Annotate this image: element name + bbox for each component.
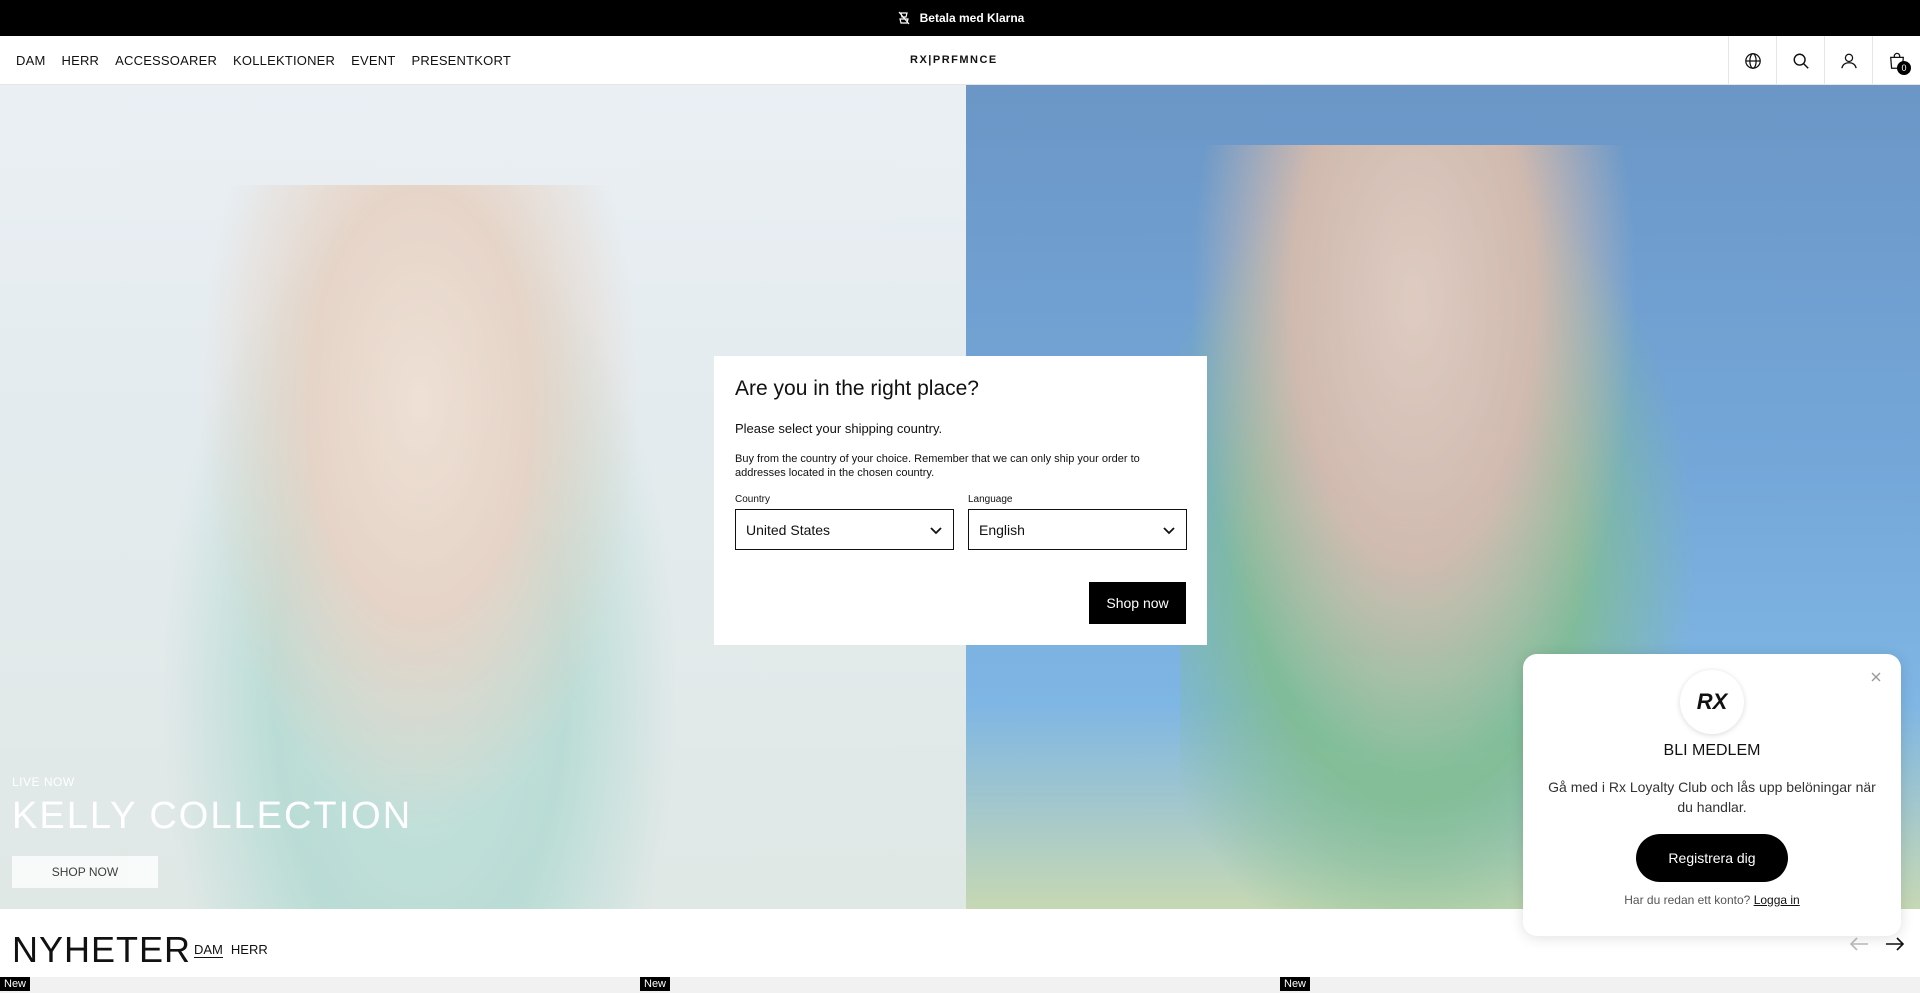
language-value: English — [979, 521, 1025, 538]
hero-title: KELLY COLLECTION — [12, 795, 413, 837]
rx-logo: RX — [1680, 670, 1744, 734]
modal-title: Are you in the right place? — [735, 377, 979, 400]
country-field: Country United States — [735, 494, 954, 550]
modal-subtitle: Please select your shipping country. — [735, 421, 943, 436]
arrow-left-icon[interactable] — [1848, 933, 1870, 955]
announcement-bar: Betala med Klarna — [0, 0, 1920, 36]
new-badge: New — [0, 977, 31, 991]
country-select[interactable]: United States — [735, 509, 954, 550]
nav-item-presentkort[interactable]: PRESENTKORT — [411, 53, 510, 68]
globe-icon — [1744, 52, 1761, 69]
modal-fields: Country United States Language English — [735, 494, 1187, 550]
loyalty-text: Gå med i Rx Loyalty Club och lås upp bel… — [1548, 779, 1876, 815]
chevron-down-icon — [1163, 526, 1175, 534]
account-button[interactable] — [1824, 36, 1872, 85]
product-card[interactable]: New — [1280, 977, 1920, 993]
country-selector-modal: Are you in the right place? Please selec… — [714, 356, 1207, 645]
new-badge: New — [640, 977, 671, 991]
klarna-icon — [898, 11, 910, 25]
arrow-right-icon[interactable] — [1884, 933, 1906, 955]
login-prompt-text: Har du redan ett konto? — [1624, 893, 1751, 907]
country-label: Country — [735, 494, 771, 505]
account-icon — [1840, 53, 1857, 68]
nav-item-accessoarer[interactable]: ACCESSOARER — [115, 53, 217, 68]
login-link[interactable]: Logga in — [1754, 893, 1800, 907]
country-value: United States — [746, 521, 831, 538]
search-button[interactable] — [1776, 36, 1824, 85]
chevron-down-icon — [930, 526, 942, 534]
login-prompt: Har du redan ett konto? Logga in — [1523, 893, 1901, 907]
site-logo[interactable]: RX|PRFMNCE — [910, 54, 998, 66]
nav-item-kollektioner[interactable]: KOLLEKTIONER — [233, 53, 335, 68]
section-title: NYHETER — [12, 929, 192, 970]
shop-now-button[interactable]: Shop now — [1089, 582, 1186, 624]
site-header: DAM HERR ACCESSOARER KOLLEKTIONER EVENT … — [0, 36, 1920, 85]
product-card[interactable]: New — [640, 977, 1280, 993]
nav-item-dam[interactable]: DAM — [16, 53, 46, 68]
search-icon — [1793, 53, 1809, 69]
header-actions: 0 — [1728, 36, 1920, 85]
modal-description: Buy from the country of your choice. Rem… — [735, 453, 1140, 479]
product-card[interactable]: New — [0, 977, 640, 993]
section-tabs: DAM HERR — [194, 942, 268, 958]
loyalty-popup: RX BLI MEDLEM Gå med i Rx Loyalty Club o… — [1523, 654, 1901, 936]
hero-eyebrow: LIVE NOW — [12, 775, 75, 789]
main-nav: DAM HERR ACCESSOARER KOLLEKTIONER EVENT … — [16, 36, 511, 85]
language-field: Language English — [968, 494, 1187, 550]
nav-item-event[interactable]: EVENT — [351, 53, 395, 68]
nav-item-herr[interactable]: HERR — [62, 53, 100, 68]
new-badge: New — [1280, 977, 1311, 991]
hero-shop-now-button[interactable]: SHOP NOW — [12, 856, 158, 888]
globe-button[interactable] — [1728, 36, 1776, 85]
register-button[interactable]: Registrera dig — [1636, 834, 1788, 882]
tab-herr[interactable]: HERR — [231, 942, 268, 958]
language-label: Language — [968, 494, 1013, 505]
product-row: New New New — [0, 977, 1920, 993]
cart-count-badge: 0 — [1897, 61, 1911, 75]
close-icon[interactable] — [1869, 670, 1883, 684]
carousel-arrows — [1848, 933, 1906, 955]
announcement-text: Betala med Klarna — [919, 11, 1025, 25]
language-select[interactable]: English — [968, 509, 1187, 550]
tab-dam[interactable]: DAM — [194, 942, 223, 958]
loyalty-title: BLI MEDLEM — [1663, 742, 1761, 759]
cart-button[interactable]: 0 — [1872, 36, 1920, 85]
